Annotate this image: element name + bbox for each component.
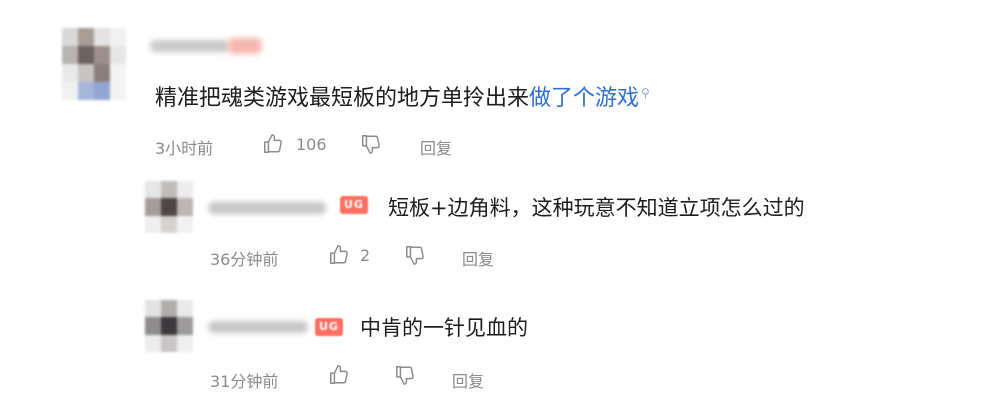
thumbs-up-icon[interactable] [328,364,350,386]
username-badge-blur [228,38,262,54]
thumbs-down-icon[interactable] [404,244,426,266]
avatar[interactable] [62,28,126,100]
comment-text: 精准把魂类游戏最短板的地方单拎出来做了个游戏 ⚲ [155,80,650,112]
search-icon[interactable]: ⚲ [641,86,650,100]
like-count: 106 [296,135,327,154]
user-level-badge: UG [315,318,343,336]
comment-text: 中肯的一针见血的 [360,316,528,340]
timestamp: 3小时前 [155,139,214,158]
thumbs-up-icon[interactable] [328,244,350,266]
comment-text: 短板+边角料，这种玩意不知道立项怎么过的 [388,196,805,220]
avatar[interactable] [145,300,193,352]
timestamp: 36分钟前 [210,250,279,269]
search-link[interactable]: 做了个游戏 [529,86,639,111]
thumbs-down-icon[interactable] [360,133,382,155]
username[interactable] [208,321,308,333]
reply-button[interactable]: 回复 [452,368,484,392]
avatar[interactable] [145,181,193,233]
username[interactable] [150,40,230,52]
timestamp: 31分钟前 [210,372,279,391]
reply-button[interactable]: 回复 [420,135,452,159]
username[interactable] [208,202,326,214]
like-count: 2 [360,246,371,265]
reply-button[interactable]: 回复 [462,246,494,270]
thumbs-down-icon[interactable] [394,364,416,386]
thumbs-up-icon[interactable] [262,133,284,155]
user-level-badge: UG [340,196,368,214]
comment-body: 精准把魂类游戏最短板的地方单拎出来 [155,86,530,111]
